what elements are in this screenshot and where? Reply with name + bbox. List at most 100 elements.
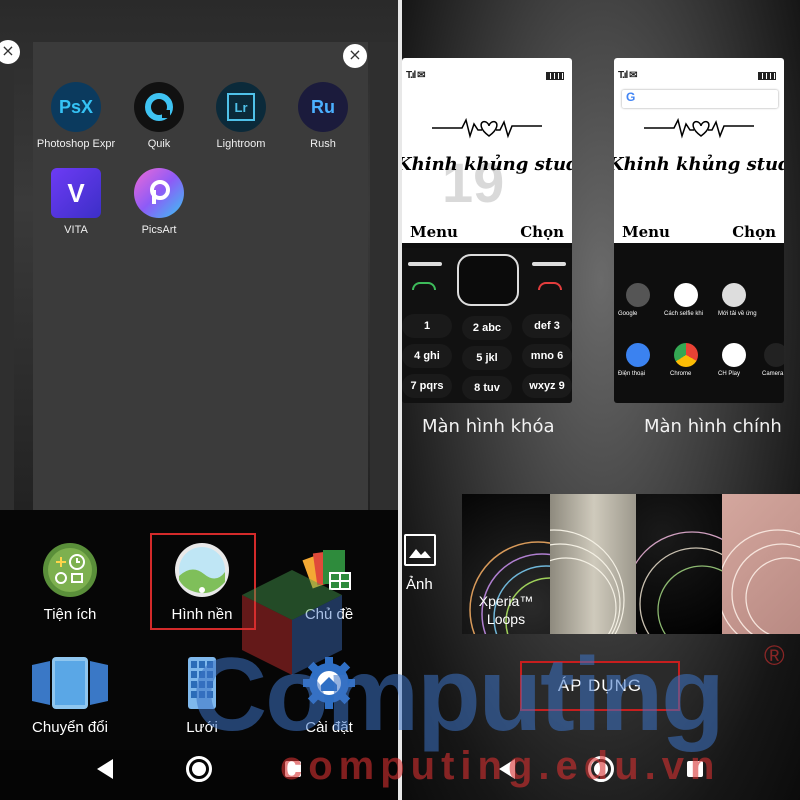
google-search-bar: G xyxy=(622,90,778,108)
play-store-icon xyxy=(722,343,746,367)
menu-label: Cài đặt xyxy=(305,719,353,736)
key-3: def 3 xyxy=(522,314,572,338)
wallpaper-option[interactable] xyxy=(550,494,638,634)
signal-icon: T.ıl ✉ xyxy=(406,70,425,81)
dpad xyxy=(457,254,519,306)
icon-label: Cách selfie khi xyxy=(664,311,704,317)
quik-icon xyxy=(134,82,184,132)
app-rush[interactable]: Ru Rush xyxy=(283,82,363,150)
lockscreen-label: Màn hình khóa xyxy=(422,416,555,437)
widgets-icon xyxy=(42,542,98,598)
key-2: 2 abc xyxy=(462,316,512,340)
key-6: mno 6 xyxy=(522,344,572,368)
heartbeat-icon xyxy=(432,117,542,139)
wallpaper-picker-panel: T.ıl ✉ 19 Khinh khủng studio Menu Chọn 1… xyxy=(402,0,800,800)
app-label: Lightroom xyxy=(216,138,266,150)
brand-text: Khinh khủng studio xyxy=(614,154,784,175)
app-lightroom[interactable]: Lr Lightroom xyxy=(201,82,281,150)
app-icon xyxy=(626,283,650,307)
themes-icon xyxy=(301,542,357,598)
recents-icon[interactable] xyxy=(285,761,302,777)
next-page-edge[interactable] xyxy=(370,42,398,512)
key-8: 8 tuv xyxy=(462,376,512,400)
menu-label: Chuyển đổi xyxy=(32,719,108,736)
app-photoshop-express[interactable]: PsX Photoshop Expr xyxy=(36,82,116,150)
grid-icon xyxy=(174,655,230,711)
status-bar: T.ıl ✉ xyxy=(618,70,776,84)
app-vita[interactable]: V VITA xyxy=(36,168,116,236)
gear-icon xyxy=(301,655,357,711)
app-label: Rush xyxy=(310,138,336,150)
launcher-settings-panel: × × PsX Photoshop Expr Quik Lr Lightroom… xyxy=(0,0,398,800)
key-1: 1 xyxy=(402,314,452,338)
phone-icon xyxy=(626,343,650,367)
menu-grid[interactable]: Lưới xyxy=(147,655,257,736)
lockscreen-preview[interactable]: T.ıl ✉ 19 Khinh khủng studio Menu Chọn 1… xyxy=(402,58,572,403)
apply-button[interactable]: ÁP DỤNG xyxy=(520,661,680,711)
app-quik[interactable]: Quik xyxy=(119,82,199,150)
chrome-icon xyxy=(674,343,698,367)
key-7: 7 pqrs xyxy=(402,374,452,398)
app-label: PicsArt xyxy=(141,224,177,236)
lightroom-icon: Lr xyxy=(216,82,266,132)
homescreen-display: T.ıl ✉ G Khinh khủng studio Menu Chọn xyxy=(614,58,784,243)
key-9: wxyz 9 xyxy=(522,374,572,398)
nav-bar xyxy=(402,738,800,800)
status-bar: T.ıl ✉ xyxy=(406,70,564,84)
rush-icon: Ru xyxy=(298,82,348,132)
icon-label: Chrome xyxy=(670,371,692,377)
prev-page-edge[interactable] xyxy=(0,42,14,512)
photoshop-express-icon: PsX xyxy=(51,82,101,132)
app-label: Photoshop Expr xyxy=(36,138,116,150)
menu-widgets[interactable]: Tiện ích xyxy=(15,542,125,623)
photos-label[interactable]: Ảnh xyxy=(406,576,433,593)
softkey-select: Chọn xyxy=(732,223,776,241)
menu-transitions[interactable]: Chuyển đổi xyxy=(15,655,125,736)
wallpaper-option[interactable] xyxy=(722,494,800,634)
transitions-icon xyxy=(30,655,110,711)
battery-icon xyxy=(546,72,564,80)
photos-icon[interactable] xyxy=(404,534,436,566)
camera-icon xyxy=(764,343,784,367)
homescreen-label: Màn hình chính xyxy=(644,416,782,437)
keypad: 1 2 abc def 3 4 ghi 5 jkl mno 6 7 pqrs 8… xyxy=(402,248,572,403)
call-icon xyxy=(412,282,436,290)
heartbeat-icon xyxy=(644,117,754,139)
menu-themes[interactable]: Chủ đề xyxy=(274,542,384,623)
recents-icon[interactable] xyxy=(687,761,704,777)
app-picsart[interactable]: PicsArt xyxy=(119,168,199,236)
app-label: VITA xyxy=(64,224,88,236)
home-icon[interactable] xyxy=(185,756,212,782)
softkey-bar-left xyxy=(408,262,442,266)
home-icon-grid: Google Cách selfie khi Mới tải về ứng Đi… xyxy=(614,243,784,403)
softkey-menu: Menu xyxy=(410,223,458,241)
icon-label: CH Play xyxy=(718,371,741,377)
icon-label: Camera xyxy=(762,371,784,377)
homescreen-preview[interactable]: T.ıl ✉ G Khinh khủng studio Menu Chọn Go… xyxy=(614,58,784,403)
key-4: 4 ghi xyxy=(402,344,452,368)
menu-label: Tiện ích xyxy=(43,606,97,623)
picsart-icon xyxy=(134,168,184,218)
home-icon[interactable] xyxy=(587,756,614,782)
icon-label: Điện thoại xyxy=(618,371,646,377)
wallpaper-highlight-box xyxy=(150,533,256,630)
google-icon xyxy=(674,283,698,307)
wallpaper-option[interactable] xyxy=(636,494,724,634)
lightroom-glyph: Lr xyxy=(227,93,255,121)
close-page-button[interactable]: × xyxy=(343,44,367,68)
back-icon[interactable] xyxy=(498,759,515,779)
menu-label: Chủ đề xyxy=(304,606,354,623)
nav-bar xyxy=(0,738,398,800)
softkey-menu: Menu xyxy=(622,223,670,241)
end-call-icon xyxy=(538,282,562,290)
back-icon[interactable] xyxy=(96,759,113,779)
icon-label: Mới tải về ứng xyxy=(718,311,757,317)
softkey-select: Chọn xyxy=(520,223,564,241)
key-5: 5 jkl xyxy=(462,346,512,370)
app-icon xyxy=(722,283,746,307)
signal-icon: T.ıl ✉ xyxy=(618,70,637,81)
menu-label: Lưới xyxy=(186,719,218,736)
app-label: Quik xyxy=(147,138,171,150)
menu-settings[interactable]: Cài đặt xyxy=(274,655,384,736)
vita-icon: V xyxy=(51,168,101,218)
